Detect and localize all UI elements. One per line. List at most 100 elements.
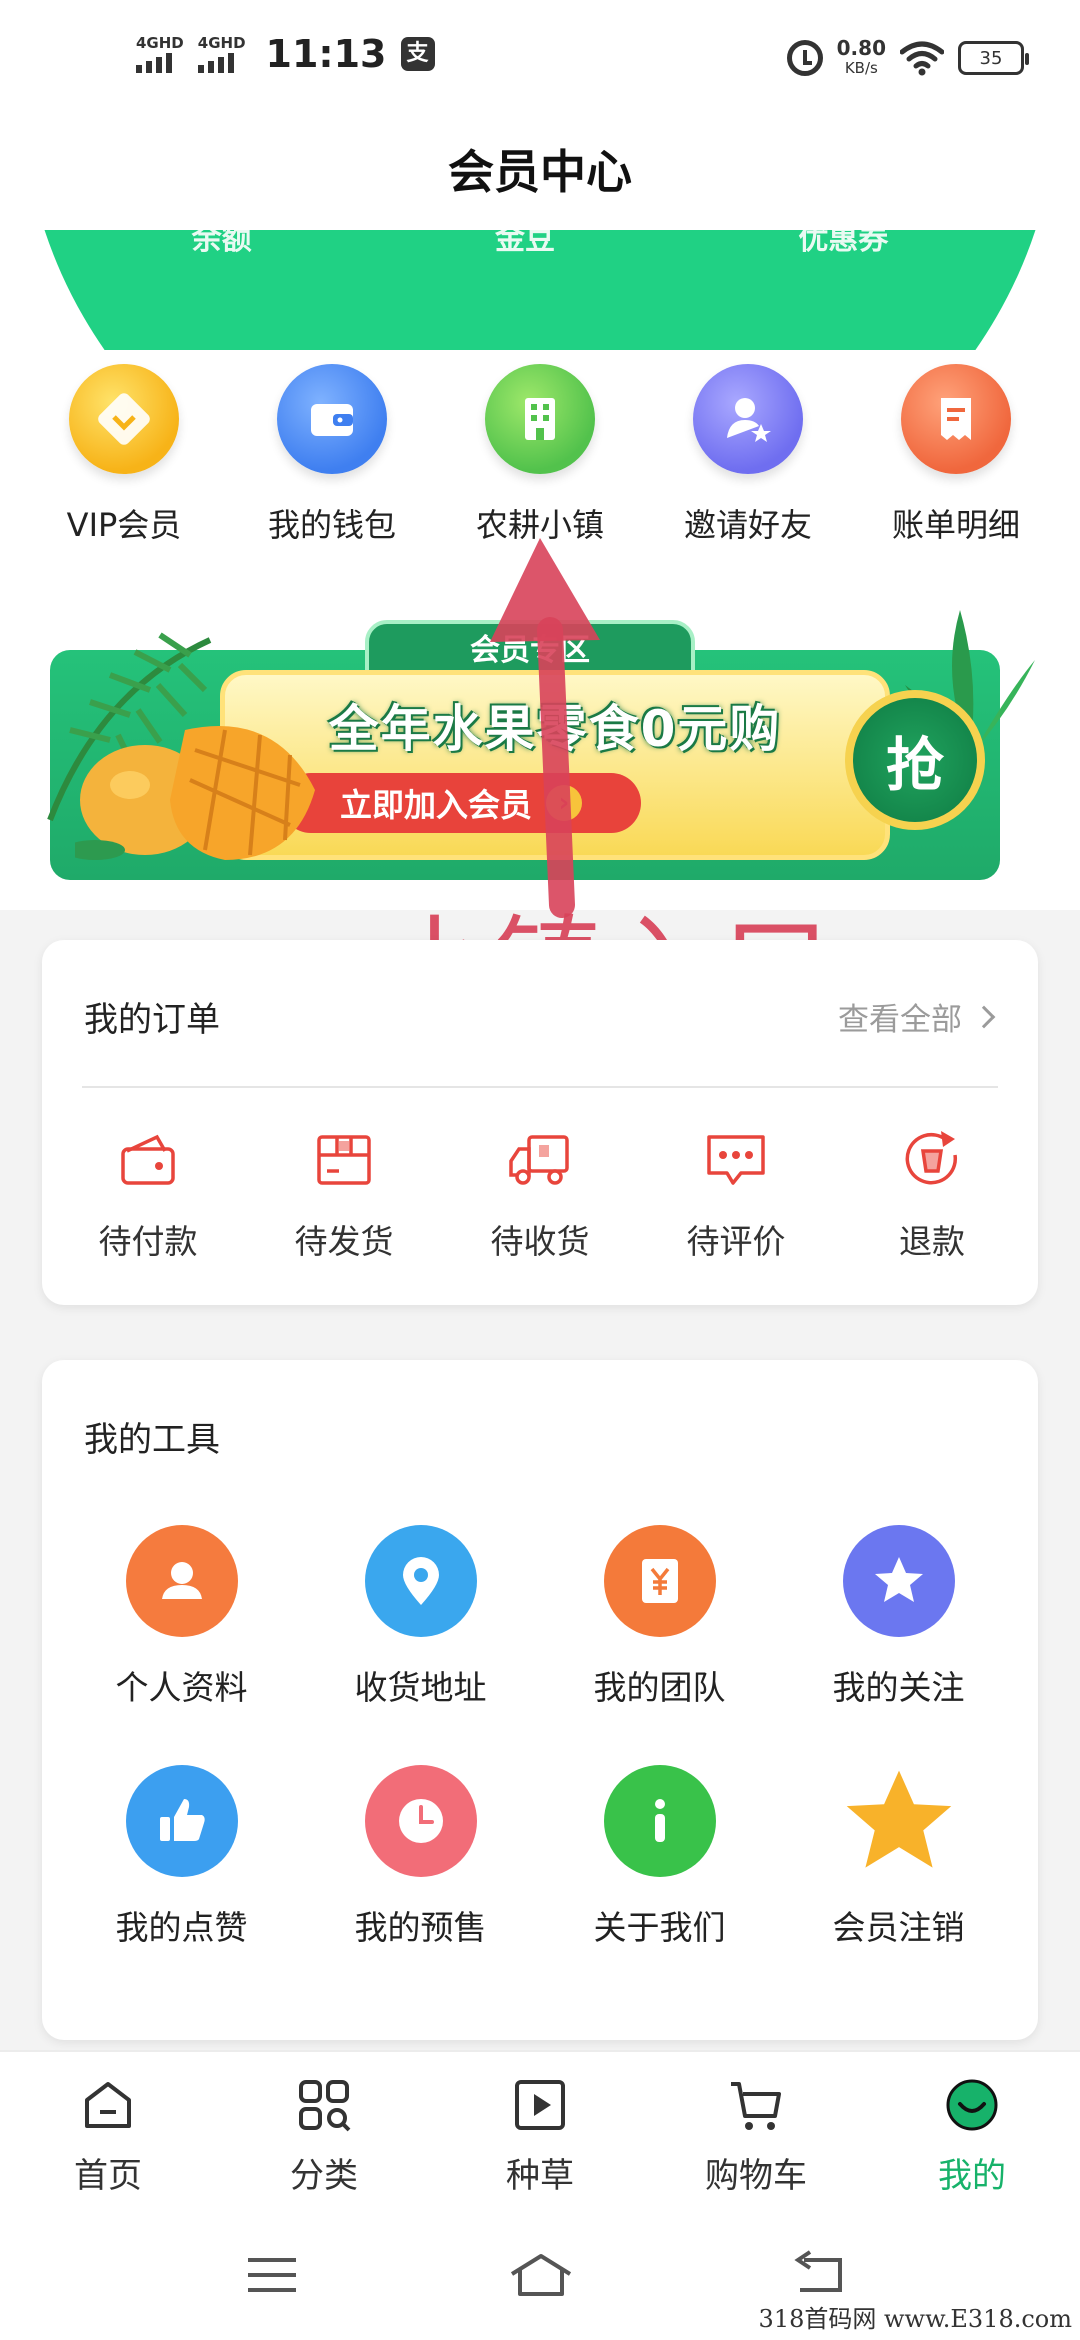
tool-likes[interactable]: 我的点赞 — [62, 1765, 301, 1949]
back-icon[interactable] — [790, 2250, 850, 2300]
divider — [82, 1086, 998, 1088]
quick-link-label: 我的钱包 — [267, 506, 396, 544]
system-navigation-bar: 318首码网 www.E318.com — [0, 2210, 1080, 2340]
order-status-label: 退款 — [899, 1222, 965, 1261]
tool-address[interactable]: 收货地址 — [301, 1525, 540, 1709]
tools-grid: 个人资料 收货地址 我的团队 我的关注 我的点赞 我的预售 关于我们 会员注销 — [62, 1525, 1018, 1949]
comment-icon — [707, 1135, 765, 1185]
menu-icon[interactable] — [242, 2250, 302, 2300]
tool-label: 我的预售 — [354, 1908, 487, 1947]
status-left: 4GHD 4GHD 11:13 支 — [136, 32, 435, 76]
quick-link-label: VIP会员 — [66, 506, 182, 544]
quick-link-wallet[interactable]: 我的钱包 — [242, 350, 422, 560]
star-icon — [843, 1765, 955, 1877]
star-circle-icon — [842, 1525, 955, 1637]
signal-bars-icon — [136, 51, 172, 73]
tools-card: 我的工具 个人资料 收货地址 我的团队 我的关注 我的点赞 我的预售 关于我们 … — [42, 1360, 1038, 2040]
tab-category[interactable]: 分类 — [234, 2052, 414, 2210]
status-bar: 4GHD 4GHD 11:13 支 0.80 KB/s 35 — [0, 0, 1080, 120]
stat-balance-label[interactable]: 余额 — [192, 230, 252, 258]
navigation-bar: 会员中心 — [0, 120, 1080, 230]
order-status-label: 待发货 — [294, 1222, 394, 1261]
watermark: 318首码网 www.E318.com — [758, 2305, 1072, 2333]
orders-card: 我的订单 查看全部 待付款 待发货 待收货 待评价 退款 — [42, 940, 1038, 1305]
orders-title: 我的订单 — [84, 1000, 220, 1040]
order-status-row: 待付款 待发货 待收货 待评价 退款 — [42, 1125, 1038, 1263]
network-speed-value: 0.80 — [836, 36, 886, 60]
tool-following[interactable]: 我的关注 — [779, 1525, 1018, 1709]
chevron-right-icon — [972, 1005, 996, 1028]
home-nav-icon[interactable] — [506, 2250, 576, 2300]
tool-label: 收货地址 — [354, 1668, 487, 1707]
order-pending-review[interactable]: 待评价 — [651, 1125, 821, 1263]
view-all-label: 查看全部 — [838, 1002, 962, 1038]
clock-icon — [364, 1765, 477, 1877]
view-all-orders-link[interactable]: 查看全部 — [838, 994, 996, 1039]
tool-label: 我的点赞 — [115, 1908, 248, 1947]
wifi-icon — [900, 41, 944, 76]
tab-label: 首页 — [74, 2156, 142, 2196]
network-speed: 0.80 KB/s — [837, 38, 886, 78]
tool-cancel-membership[interactable]: 会员注销 — [779, 1765, 1018, 1949]
tool-label: 我的团队 — [593, 1668, 726, 1707]
member-header: 余额 金豆 优惠券 — [0, 230, 1080, 350]
tool-label: 个人资料 — [115, 1668, 248, 1707]
tool-profile[interactable]: 个人资料 — [62, 1525, 301, 1709]
member-stats: 余额 金豆 优惠券 — [0, 230, 1080, 258]
category-icon — [299, 2080, 351, 2132]
signal-1-label: 4GHD — [136, 34, 184, 52]
info-icon — [603, 1765, 716, 1877]
order-pending-shipment[interactable]: 待发货 — [259, 1125, 429, 1263]
order-refund[interactable]: 退款 — [847, 1125, 1017, 1263]
quick-link-bill[interactable]: 账单明细 — [866, 350, 1046, 560]
order-status-label: 待收货 — [490, 1222, 590, 1261]
tab-label: 我的 — [938, 2156, 1006, 2196]
signal-bars-icon — [197, 51, 234, 73]
page-title: 会员中心 — [448, 145, 632, 199]
quick-link-invite[interactable]: 邀请好友 — [658, 350, 838, 560]
play-video-icon — [515, 2080, 565, 2130]
tab-grass[interactable]: 种草 — [450, 2052, 630, 2210]
tool-presale[interactable]: 我的预售 — [301, 1765, 540, 1949]
package-icon — [317, 1135, 371, 1185]
smile-face-icon — [946, 2079, 998, 2131]
grab-button[interactable]: 抢 — [845, 690, 985, 830]
building-icon — [485, 364, 595, 474]
tool-about[interactable]: 关于我们 — [540, 1765, 779, 1949]
tab-mine[interactable]: 我的 — [882, 2052, 1062, 2210]
wallet-outline-icon — [121, 1134, 175, 1185]
pay-notification-icon: 支 — [400, 37, 435, 71]
tool-team[interactable]: 我的团队 — [540, 1525, 779, 1709]
profile-icon — [125, 1525, 238, 1637]
order-status-label: 待付款 — [98, 1222, 198, 1261]
quick-link-label: 邀请好友 — [683, 506, 812, 544]
network-speed-unit: KB/s — [844, 59, 878, 77]
tool-label: 我的关注 — [832, 1668, 965, 1707]
vip-diamond-icon — [69, 364, 179, 474]
tool-label: 关于我们 — [593, 1908, 726, 1947]
battery-level: 35 — [979, 47, 1003, 69]
order-status-label: 待评价 — [686, 1222, 786, 1261]
stat-coupon-label[interactable]: 优惠券 — [798, 230, 888, 258]
truck-icon — [509, 1135, 569, 1185]
battery-icon: 35 — [958, 41, 1029, 75]
tab-home[interactable]: 首页 — [18, 2052, 198, 2210]
order-pending-receipt[interactable]: 待收货 — [455, 1125, 625, 1263]
clock: 11:13 — [265, 32, 387, 76]
status-right: 0.80 KB/s 35 — [786, 38, 1029, 78]
home-icon — [85, 2082, 131, 2128]
annotation-arrow-icon — [490, 538, 600, 918]
invite-user-icon — [693, 364, 803, 474]
tab-cart[interactable]: 购物车 — [666, 2052, 846, 2210]
thumbs-up-icon — [125, 1765, 238, 1877]
order-pending-payment[interactable]: 待付款 — [63, 1125, 233, 1263]
quick-link-vip[interactable]: VIP会员 — [34, 350, 214, 560]
signal-2: 4GHD — [197, 35, 246, 73]
stat-beans-label[interactable]: 金豆 — [495, 230, 555, 258]
tool-label: 会员注销 — [832, 1908, 965, 1947]
mango-icon — [75, 726, 315, 860]
signal-1: 4GHD — [136, 35, 184, 73]
tab-label: 分类 — [290, 2156, 358, 2196]
bottom-tab-bar: 首页 分类 种草 购物车 我的 — [0, 2050, 1080, 2210]
refund-icon — [905, 1131, 958, 1185]
